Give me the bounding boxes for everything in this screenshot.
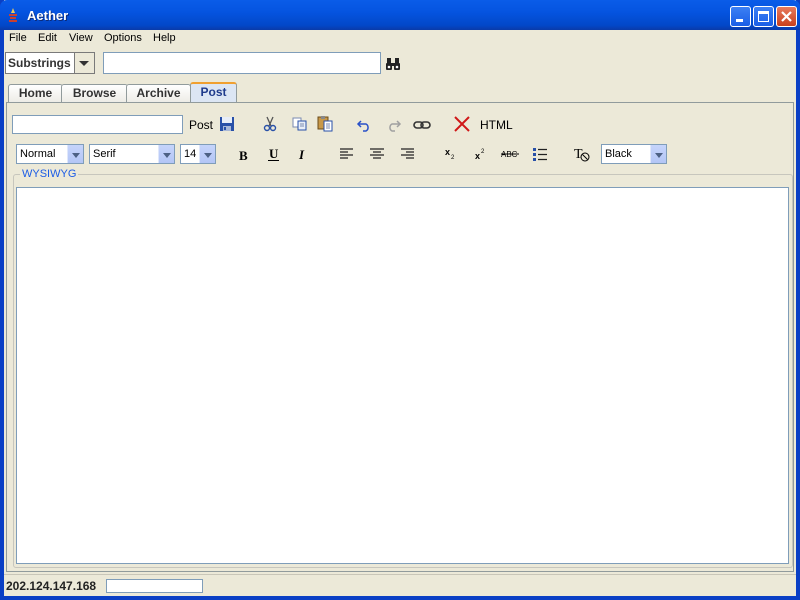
style-dropdown-button[interactable] [67,145,83,163]
search-mode-dropdown-button[interactable] [74,53,94,73]
color-value: Black [605,148,632,160]
redo-icon[interactable] [386,117,402,133]
html-toggle[interactable]: HTML [480,118,513,132]
font-select[interactable]: Serif [89,144,175,164]
status-ip: 202.124.147.168 [6,579,97,593]
bullet-list-icon[interactable] [531,146,549,162]
color-dropdown-button[interactable] [650,145,666,163]
search-mode-value: Substrings [8,56,71,70]
svg-text:x: x [445,147,450,157]
superscript-icon[interactable]: x 2 [473,146,489,162]
style-select[interactable]: Normal [16,144,84,164]
save-icon[interactable] [219,116,235,132]
wysiwyg-label: WYSIWYG [20,168,79,180]
tab-archive[interactable]: Archive [126,84,191,103]
search-input[interactable] [103,52,381,74]
strikethrough-icon[interactable]: ABC [501,147,521,161]
svg-text:x: x [475,151,480,161]
svg-text:B: B [239,148,248,163]
underline-icon[interactable]: U [266,146,282,162]
font-dropdown-button[interactable] [158,145,174,163]
svg-text:2: 2 [451,155,455,161]
svg-text:2: 2 [481,149,485,155]
title-bar[interactable]: Aether [0,0,800,30]
post-body-editor[interactable] [16,187,789,564]
menu-help[interactable]: Help [153,32,176,44]
minimize-button[interactable] [730,6,751,27]
delete-icon[interactable] [453,115,471,133]
tab-strip: Home Browse Archive Post [4,82,796,105]
style-value: Normal [20,148,56,160]
post-button[interactable]: Post [189,118,213,132]
menu-view[interactable]: View [69,32,93,44]
menu-options[interactable]: Options [104,32,142,44]
link-icon[interactable] [413,117,431,133]
paste-icon[interactable] [317,115,334,132]
copy-icon[interactable] [292,116,308,132]
cut-icon[interactable] [262,116,278,132]
close-button[interactable] [776,6,797,27]
chevron-down-icon [79,61,89,66]
font-value: Serif [93,148,116,160]
close-icon [781,11,792,22]
minimize-icon [736,19,743,22]
tab-home[interactable]: Home [8,84,63,103]
status-progress-bar [106,579,203,593]
size-dropdown-button[interactable] [199,145,215,163]
menu-edit[interactable]: Edit [38,32,57,44]
menu-bar: File Edit View Options Help [4,30,796,48]
binoculars-icon[interactable] [385,56,403,72]
app-window: Aether File Edit View Options Help Subst… [0,0,800,600]
status-bar: 202.124.147.168 [4,574,796,597]
search-toolbar: Substrings [4,50,796,78]
post-title-input[interactable] [12,115,183,134]
svg-text:U: U [269,146,279,161]
bold-icon[interactable]: B [236,147,252,163]
subscript-icon[interactable]: x 2 [444,145,460,161]
menu-file[interactable]: File [9,32,27,44]
svg-text:I: I [298,147,305,162]
align-right-icon[interactable] [399,147,415,161]
clear-format-icon[interactable]: T [573,145,593,163]
italic-icon[interactable]: I [295,146,311,162]
align-left-icon[interactable] [339,147,355,161]
size-value: 14 [184,148,197,160]
maximize-button[interactable] [753,6,774,27]
align-center-icon[interactable] [369,147,385,161]
maximize-icon [758,11,769,22]
size-select[interactable]: 14 [180,144,216,164]
color-select[interactable]: Black [601,144,667,164]
window-title: Aether [27,8,69,23]
undo-icon[interactable] [356,117,372,133]
tab-browse[interactable]: Browse [61,84,128,103]
app-icon [9,8,17,22]
search-mode-select[interactable]: Substrings [5,52,95,74]
